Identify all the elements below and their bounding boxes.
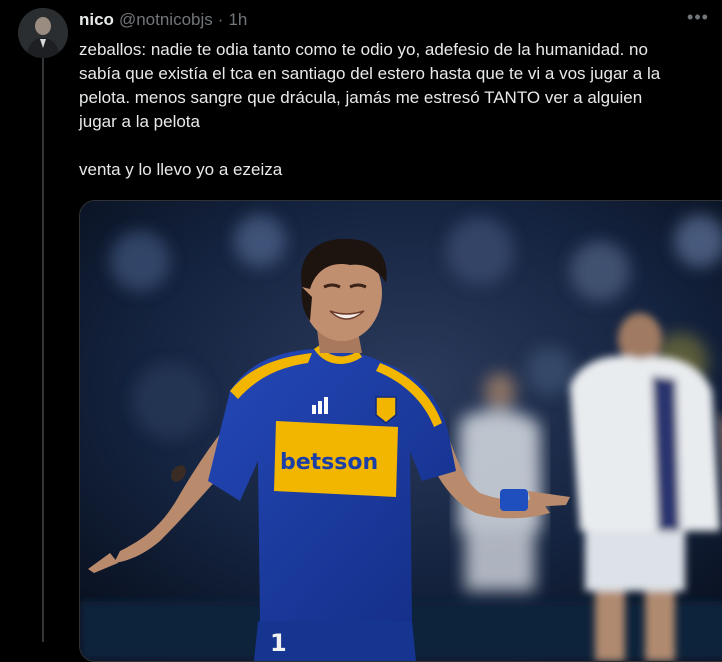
football-player-photo: betsson 1	[80, 201, 722, 661]
timestamp[interactable]: 1h	[228, 10, 247, 30]
display-name[interactable]: nico	[79, 10, 114, 30]
thread-line	[42, 58, 44, 642]
shirt-sponsor-text: betsson	[280, 450, 378, 475]
tweet-text-line: jugar a la pelota	[79, 112, 200, 131]
tweet-text: zeballos: nadie te odia tanto como te od…	[79, 38, 722, 182]
tweet-text-line: zeballos: nadie te odia tanto como te od…	[79, 40, 648, 59]
avatar[interactable]	[18, 8, 68, 58]
tweet-text-line: sabía que existía el tca en santiago del…	[79, 64, 661, 83]
user-handle[interactable]: @notnicobjs	[119, 10, 213, 30]
shirt-number-text: 1	[270, 629, 287, 657]
tweet-text-line: pelota. menos sangre que drácula, jamás …	[79, 88, 643, 107]
more-options-icon[interactable]: •••	[686, 8, 710, 30]
tweet-media-photo[interactable]: betsson 1	[79, 200, 722, 662]
separator-dot: ·	[217, 10, 224, 29]
tweet-text-line: venta y lo llevo yo a ezeiza	[79, 160, 283, 179]
tweet-header: nico @notnicobjs · 1h •••	[79, 8, 712, 30]
